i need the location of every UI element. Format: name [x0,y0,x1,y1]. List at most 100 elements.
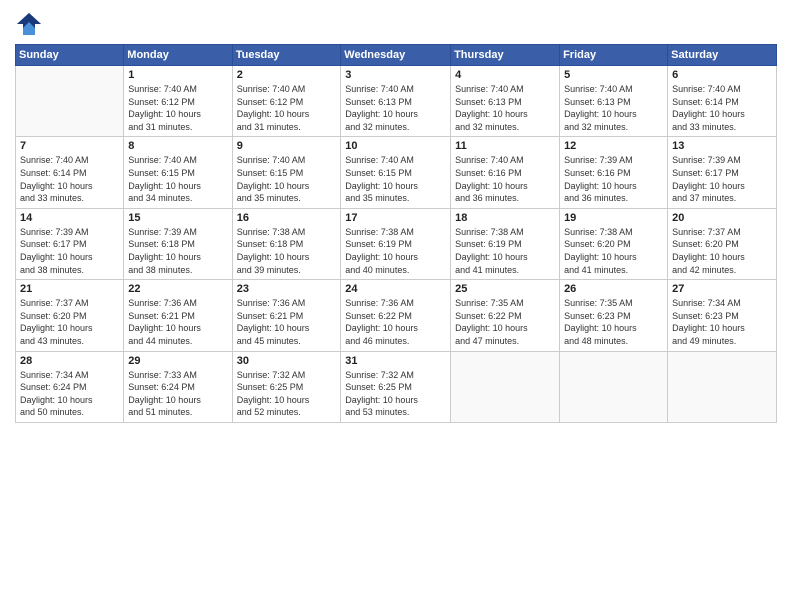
day-info: Sunrise: 7:40 AM Sunset: 6:13 PM Dayligh… [345,83,446,133]
calendar-week-row: 14Sunrise: 7:39 AM Sunset: 6:17 PM Dayli… [16,208,777,279]
calendar-day-cell [451,351,560,422]
day-info: Sunrise: 7:34 AM Sunset: 6:24 PM Dayligh… [20,369,119,419]
day-info: Sunrise: 7:40 AM Sunset: 6:14 PM Dayligh… [672,83,772,133]
day-info: Sunrise: 7:40 AM Sunset: 6:16 PM Dayligh… [455,154,555,204]
day-number: 30 [237,355,337,367]
day-info: Sunrise: 7:37 AM Sunset: 6:20 PM Dayligh… [672,226,772,276]
day-number: 20 [672,212,772,224]
day-number: 27 [672,283,772,295]
day-number: 24 [345,283,446,295]
calendar-day-cell: 30 Sunrise: 7:32 AM Sunset: 6:25 PM Dayli… [232,351,341,422]
day-info: Sunrise: 7:32 AM Sunset: 6:25 PM Dayligh… [237,369,337,419]
day-number: 28 [20,355,119,367]
calendar-day-header: Saturday [668,45,777,66]
day-number: 16 [237,212,337,224]
day-number: 15 [128,212,227,224]
calendar-day-cell: 8 Sunrise: 7:40 AM Sunset: 6:15 PM Daylig… [124,137,232,208]
calendar-day-cell: 9Sunrise: 7:40 AM Sunset: 6:15 PM Daylig… [232,137,341,208]
calendar-day-cell [668,351,777,422]
day-info: Sunrise: 7:40 AM Sunset: 6:14 PM Dayligh… [20,154,119,204]
calendar-day-cell: 14Sunrise: 7:39 AM Sunset: 6:17 PM Dayli… [16,208,124,279]
logo-icon [15,10,43,38]
calendar-week-row: 28 Sunrise: 7:34 AM Sunset: 6:24 PM Dayli… [16,351,777,422]
day-number: 17 [345,212,446,224]
day-number: 11 [455,140,555,152]
day-info: Sunrise: 7:35 AM Sunset: 6:22 PM Dayligh… [455,297,555,347]
day-info: Sunrise: 7:32 AM Sunset: 6:25 PM Dayligh… [345,369,446,419]
day-number: 5 [564,69,663,81]
calendar-day-header: Sunday [16,45,124,66]
calendar-day-cell: 20 Sunrise: 7:37 AM Sunset: 6:20 PM Dayli… [668,208,777,279]
day-number: 25 [455,283,555,295]
day-number: 29 [128,355,227,367]
calendar-day-cell: 12Sunrise: 7:39 AM Sunset: 6:16 PM Dayli… [560,137,668,208]
calendar-day-cell: 26 Sunrise: 7:35 AM Sunset: 6:23 PM Dayli… [560,280,668,351]
calendar-week-row: 21 Sunrise: 7:37 AM Sunset: 6:20 PM Dayli… [16,280,777,351]
day-info: Sunrise: 7:34 AM Sunset: 6:23 PM Dayligh… [672,297,772,347]
calendar-day-cell: 3 Sunrise: 7:40 AM Sunset: 6:13 PM Daylig… [341,66,451,137]
day-info: Sunrise: 7:37 AM Sunset: 6:20 PM Dayligh… [20,297,119,347]
calendar-day-cell: 10 Sunrise: 7:40 AM Sunset: 6:15 PM Dayli… [341,137,451,208]
day-info: Sunrise: 7:36 AM Sunset: 6:21 PM Dayligh… [128,297,227,347]
day-info: Sunrise: 7:38 AM Sunset: 6:19 PM Dayligh… [455,226,555,276]
calendar-day-cell: 7 Sunrise: 7:40 AM Sunset: 6:14 PM Daylig… [16,137,124,208]
day-number: 18 [455,212,555,224]
day-info: Sunrise: 7:40 AM Sunset: 6:15 PM Dayligh… [128,154,227,204]
day-number: 19 [564,212,663,224]
day-info: Sunrise: 7:38 AM Sunset: 6:18 PM Dayligh… [237,226,337,276]
calendar-day-cell: 5 Sunrise: 7:40 AM Sunset: 6:13 PM Daylig… [560,66,668,137]
day-info: Sunrise: 7:39 AM Sunset: 6:16 PM Dayligh… [564,154,663,204]
calendar-day-header: Tuesday [232,45,341,66]
day-info: Sunrise: 7:39 AM Sunset: 6:17 PM Dayligh… [672,154,772,204]
day-info: Sunrise: 7:38 AM Sunset: 6:19 PM Dayligh… [345,226,446,276]
calendar-day-cell: 1Sunrise: 7:40 AM Sunset: 6:12 PM Daylig… [124,66,232,137]
calendar-day-cell: 22Sunrise: 7:36 AM Sunset: 6:21 PM Dayli… [124,280,232,351]
calendar-day-cell: 24 Sunrise: 7:36 AM Sunset: 6:22 PM Dayli… [341,280,451,351]
calendar-day-header: Friday [560,45,668,66]
day-number: 8 [128,140,227,152]
day-info: Sunrise: 7:40 AM Sunset: 6:15 PM Dayligh… [237,154,337,204]
calendar-week-row: 7 Sunrise: 7:40 AM Sunset: 6:14 PM Daylig… [16,137,777,208]
day-number: 7 [20,140,119,152]
day-number: 3 [345,69,446,81]
calendar-header-row: SundayMondayTuesdayWednesdayThursdayFrid… [16,45,777,66]
day-number: 2 [237,69,337,81]
calendar-day-cell: 11 Sunrise: 7:40 AM Sunset: 6:16 PM Dayli… [451,137,560,208]
day-info: Sunrise: 7:40 AM Sunset: 6:13 PM Dayligh… [564,83,663,133]
day-info: Sunrise: 7:39 AM Sunset: 6:17 PM Dayligh… [20,226,119,276]
day-number: 1 [128,69,227,81]
calendar-day-cell: 17 Sunrise: 7:38 AM Sunset: 6:19 PM Dayli… [341,208,451,279]
day-number: 26 [564,283,663,295]
day-number: 4 [455,69,555,81]
day-number: 10 [345,140,446,152]
calendar-day-cell: 13Sunrise: 7:39 AM Sunset: 6:17 PM Dayli… [668,137,777,208]
day-info: Sunrise: 7:39 AM Sunset: 6:18 PM Dayligh… [128,226,227,276]
calendar-day-header: Thursday [451,45,560,66]
calendar-table: SundayMondayTuesdayWednesdayThursdayFrid… [15,44,777,423]
day-number: 21 [20,283,119,295]
calendar-day-cell: 2 Sunrise: 7:40 AM Sunset: 6:12 PM Daylig… [232,66,341,137]
logo [15,10,47,38]
calendar-day-cell: 28 Sunrise: 7:34 AM Sunset: 6:24 PM Dayli… [16,351,124,422]
calendar-day-cell: 23 Sunrise: 7:36 AM Sunset: 6:21 PM Dayli… [232,280,341,351]
calendar-day-cell [560,351,668,422]
calendar-day-cell: 25 Sunrise: 7:35 AM Sunset: 6:22 PM Dayli… [451,280,560,351]
calendar-week-row: 1 Sunrise: 7:40 AM Sunset: 6:12 PM Daylig… [16,66,777,137]
calendar-day-cell: 27 Sunrise: 7:34 AM Sunset: 6:23 PM Dayli… [668,280,777,351]
header [15,10,777,38]
calendar-day-cell: 19 Sunrise: 7:38 AM Sunset: 6:20 PM Dayli… [560,208,668,279]
day-info: Sunrise: 7:35 AM Sunset: 6:23 PM Dayligh… [564,297,663,347]
calendar-day-cell: 4Sunrise: 7:40 AM Sunset: 6:13 PM Daylig… [451,66,560,137]
day-info: Sunrise: 7:38 AM Sunset: 6:20 PM Dayligh… [564,226,663,276]
calendar-day-cell: 18 Sunrise: 7:38 AM Sunset: 6:19 PM Dayli… [451,208,560,279]
day-info: Sunrise: 7:36 AM Sunset: 6:22 PM Dayligh… [345,297,446,347]
calendar-day-cell: 21 Sunrise: 7:37 AM Sunset: 6:20 PM Dayli… [16,280,124,351]
calendar-day-cell [16,66,124,137]
day-info: Sunrise: 7:36 AM Sunset: 6:21 PM Dayligh… [237,297,337,347]
calendar-day-cell: 31Sunrise: 7:32 AM Sunset: 6:25 PM Dayli… [341,351,451,422]
calendar-day-cell: 29Sunrise: 7:33 AM Sunset: 6:24 PM Dayli… [124,351,232,422]
day-info: Sunrise: 7:40 AM Sunset: 6:12 PM Dayligh… [237,83,337,133]
day-number: 23 [237,283,337,295]
calendar-day-header: Wednesday [341,45,451,66]
day-info: Sunrise: 7:40 AM Sunset: 6:15 PM Dayligh… [345,154,446,204]
